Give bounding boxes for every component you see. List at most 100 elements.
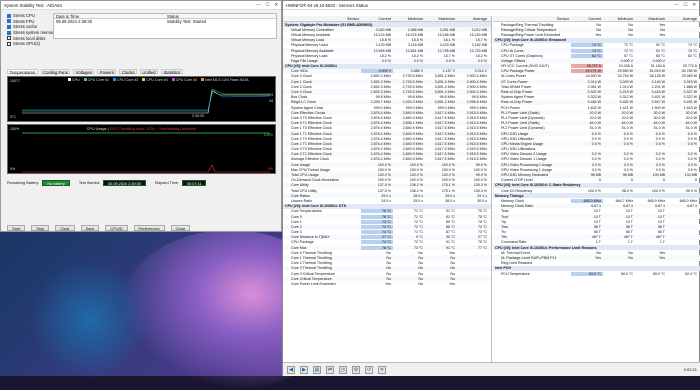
- sensor-group[interactable]: Intel PCH: [493, 265, 700, 271]
- sensor-row[interactable]: Core Usage 100.0 % 100.0 % 100.0 % 99.9 %: [283, 162, 491, 168]
- sensor-row[interactable]: GPU Video Processing 0 Usage 0.0 % 0.0 % 0.…: [493, 162, 700, 168]
- column-maximum[interactable]: Maximum: [425, 17, 457, 21]
- sensor-row[interactable]: VR VCC Current (SVID IOUT) 26.797 A 24.336…: [493, 64, 700, 69]
- checkbox-icon[interactable]: [7, 30, 11, 35]
- sensor-row[interactable]: PL2 Power Limit (Dynamic) 51.0 W 51.0 W 51.…: [493, 126, 700, 131]
- sensor-row[interactable]: GPU Media Engine Usage 0.0 % 0.0 % 0.0 % 0.0…: [493, 141, 700, 147]
- sensor-row[interactable]: Bus Clock 99.8 MHz 99.8 MHz 99.8 MHz 99.8 MH…: [283, 95, 491, 100]
- sensor-row[interactable]: CPU IA Cores 74 °C 72 °C 91 °C 75 °C: [493, 47, 700, 54]
- column-current[interactable]: Current: [571, 17, 603, 21]
- sensor-row[interactable]: CPU Package 74 °C 72 °C 92 °C 74 °C: [493, 43, 700, 48]
- sensor-row[interactable]: System Agent Power 0.323 W 0.312 W 0.401 W 0…: [493, 95, 700, 100]
- sensor-row[interactable]: Core 1 Clock 2,892.3 MHz 2,793.5 MHz 3,891.…: [283, 79, 491, 85]
- sensor-row[interactable]: On-Demand Clock Modulation 100.0 % 100.0 %…: [283, 178, 491, 183]
- sensor-row[interactable]: Core Power Limit Exceeded Yes No Yes: [283, 281, 491, 286]
- arrows-right-icon[interactable]: ▶: [300, 365, 308, 374]
- sensor-row[interactable]: Physical Memory Load 15.2 % 15.2 % 15.7 % 15…: [283, 53, 491, 58]
- minimize-icon[interactable]: —: [674, 2, 678, 8]
- sensor-row[interactable]: Core Temperatures 76 °C 71 °C 91 °C 75 °C: [283, 209, 491, 214]
- sensor-row[interactable]: PL2 Power Limit (Static) 64.0 W 64.0 W 64.0…: [493, 120, 700, 126]
- sensor-row[interactable]: System Agent Clock 399.0 MHz 399.0 MHz 399.…: [283, 105, 491, 110]
- sensor-row[interactable]: Core 2 73 °C 72 °C 88 °C 74 °C: [283, 224, 491, 230]
- cpuid-button[interactable]: CPUID: [105, 225, 128, 231]
- sensor-row[interactable]: Current cTDP Level 0 0 0 0: [493, 178, 700, 183]
- sensor-row[interactable]: Core 0 Clock 2,892.3 MHz 2,793.5 MHz 3,891.…: [283, 74, 491, 79]
- stress-option[interactable]: Stress GPU(s): [3, 41, 56, 47]
- sensors-icon[interactable]: ▤: [313, 365, 321, 374]
- close-button[interactable]: Close: [170, 225, 191, 231]
- column-current[interactable]: Current: [361, 17, 393, 21]
- tab-unified[interactable]: Unified: [139, 69, 158, 75]
- sensor-row[interactable]: Core 0 76 °C 71 °C 91 °C 75 °C: [283, 213, 491, 220]
- close-icon[interactable]: ✕: [274, 2, 278, 8]
- sensor-row[interactable]: Core VIDs 0.909 V 0.886 V 1.157 V 0.914 V: [283, 68, 491, 74]
- sensor-row[interactable]: Core Effective Clocks 2,876.4 MHz 2,840.9 …: [283, 110, 491, 116]
- settings-icon[interactable]: ⚙: [352, 365, 360, 374]
- minimize-icon[interactable]: —: [256, 2, 260, 8]
- checkbox-icon[interactable]: [7, 19, 11, 24]
- sensor-row[interactable]: Core 1 T0 Effective Clock 2,876.4 MHz 2,84…: [283, 126, 491, 131]
- sensor-row[interactable]: Core 2 T0 Effective Clock 2,876.4 MHz 2,84…: [283, 136, 491, 141]
- sensor-row[interactable]: CPU Package Power 29.771 W 29.550 W 51.019 …: [493, 68, 700, 74]
- sensor-row[interactable]: Core 0 T0 Effective Clock 2,876.4 MHz 2,84…: [283, 115, 491, 120]
- sensor-row[interactable]: Average Effective Clock 2,876.4 MHz 2,840.…: [283, 157, 491, 162]
- tab-voltages[interactable]: Voltages: [73, 69, 95, 75]
- checkbox-icon[interactable]: [7, 36, 11, 41]
- tab-cooling-fans[interactable]: Cooling Fans: [40, 69, 71, 75]
- maximize-icon[interactable]: ☐: [266, 2, 270, 8]
- column-average[interactable]: Average: [667, 17, 699, 21]
- sensor-row[interactable]: PL1 Power Limit (Dynamic) 20.0 W 20.0 W 30.…: [493, 115, 700, 120]
- sensor-row[interactable]: Total CPU Usage 100.0 % 100.0 % 100.0 % 99.9…: [283, 172, 491, 178]
- network-icon[interactable]: ⇄: [326, 365, 334, 374]
- sensor-row[interactable]: PCH Temperature 63.0 °C 58.0 °C 65.0 °C 62.4…: [493, 271, 700, 276]
- sensor-row[interactable]: Core 1 T1 Effective Clock 2,876.4 MHz 2,84…: [283, 130, 491, 137]
- tab-clocks[interactable]: Clocks: [119, 69, 137, 75]
- sensor-row[interactable]: Core Ratios 29.0 x 28.0 x 39.0 x 29.1 x: [283, 193, 491, 199]
- start-button[interactable]: Start: [7, 225, 26, 231]
- sensor-row[interactable]: PL1 Power Limit (Static) 20.0 W 20.0 W 30.0…: [493, 110, 700, 116]
- sensor-row[interactable]: Core Utility 137.5 % 136.2 % 175.1 % 139.3 %: [283, 182, 491, 188]
- sensor-row[interactable]: Core Max 76 °C 73 °C 91 °C 77 °C: [283, 245, 491, 251]
- tab-powers[interactable]: Powers: [97, 69, 117, 75]
- sensor-row[interactable]: Memory Clock 665.0 MHz 664.7 MHz 665.9 MHz 6…: [493, 198, 700, 203]
- close-icon[interactable]: ✕: [692, 2, 696, 8]
- column-average[interactable]: Average: [457, 17, 489, 21]
- sensor-row[interactable]: Total CPU Utility 137.5 % 136.2 % 175.1 % 13…: [283, 188, 491, 193]
- reset-icon[interactable]: ↺: [365, 365, 373, 374]
- sensor-row[interactable]: GPU D3D Memory Dedicated 98 MB 98 MB 100 MB…: [493, 172, 700, 178]
- checkbox-icon[interactable]: [7, 13, 11, 18]
- sensor-pane-left[interactable]: Sensor Current Minimum Maximum Average Syste…: [283, 16, 492, 362]
- sensor-row[interactable]: Core 1 73 °C 72 °C 89 °C 75 °C: [283, 219, 491, 224]
- sensor-row[interactable]: Core 3 T0 Effective Clock 2,876.4 MHz 2,84…: [283, 147, 491, 152]
- sensor-group[interactable]: Memory Timings: [493, 193, 700, 199]
- sensor-row[interactable]: Core 0 T1 Effective Clock 2,876.4 MHz 2,83…: [283, 120, 491, 126]
- sensor-row[interactable]: PCH Power 1,632 W 1.421 W 1.500 W 1.643 W: [493, 105, 700, 110]
- sensor-row[interactable]: CPU GT Cores (Graphics) 62 °C 57 °C 65 °C 62…: [493, 53, 700, 58]
- sensor-row[interactable]: Core Distance to TjMAX 27 °C 9 °C 30 °C 27 °…: [283, 234, 491, 240]
- sensor-row[interactable]: Memory Clock Ratio 6.67 x 6.67 x 6.67 x 6.67…: [493, 203, 700, 209]
- sensor-row[interactable]: Virtual Memory Committed 3,040 MB 2,988 MB…: [283, 27, 491, 33]
- tab-temperatures[interactable]: Temperatures: [7, 69, 38, 75]
- column-minimum[interactable]: Minimum: [603, 17, 635, 21]
- stress-option[interactable]: Stress system memory: [3, 30, 56, 36]
- close-icon[interactable]: ✕: [378, 365, 386, 374]
- sensor-group[interactable]: CPU [#0]: Intel Core i5-1035G4: Performa…: [493, 245, 700, 251]
- sensor-row[interactable]: Physical Memory Used 3,130 MB 3,118 MB 3,43…: [283, 43, 491, 48]
- sensor-group[interactable]: CPU [#0]: Intel Core i5-1035G4: [283, 63, 491, 69]
- stop-button[interactable]: Stop: [31, 225, 50, 231]
- column-maximum[interactable]: Maximum: [635, 17, 667, 21]
- clear-button[interactable]: Clear: [55, 225, 75, 231]
- sensor-row[interactable]: Virtual Memory Available 16,124 MB 16,076 …: [283, 32, 491, 37]
- sensor-group[interactable]: CPU [#0]: Intel Core i5-1035G4: C-State …: [493, 182, 700, 188]
- sensor-row[interactable]: GPU Video Processing 1 Usage 0.0 % 0.0 % 0.…: [493, 167, 700, 172]
- sensor-row[interactable]: Page File Usage 0.0 % 0.0 % 0.0 % 0.0 %: [283, 58, 491, 64]
- sensor-row[interactable]: Core 2 T1 Effective Clock 2,876.4 MHz 2,84…: [283, 141, 491, 147]
- sensor-row[interactable]: GPU Video Decode 1 Usage 0.0 % 0.0 % 0.0 % 0…: [493, 157, 700, 162]
- sensor-row[interactable]: Rest-of-Chip Power 0.484 W 0.452 W 0.547 W 0…: [493, 99, 700, 105]
- sensor-row[interactable]: GPU Video Decode 0 Usage 0.0 % 0.0 % 0.0 % 0…: [493, 151, 700, 157]
- sensor-row[interactable]: Core 2 Clock 2,892.3 MHz 2,793.5 MHz 3,891.…: [283, 84, 491, 89]
- sensor-row[interactable]: IA Cores Power 24.900 W 24.754 W 46.128 W 25…: [493, 74, 700, 79]
- clock-icon[interactable]: ◷: [339, 365, 347, 374]
- sensor-row[interactable]: Core 3 74 °C 71 °C 87 °C 73 °C: [283, 230, 491, 235]
- sensor-row[interactable]: Rest-of-Chip Power 0.332 W 0.219 W 0.424 W 0…: [493, 89, 700, 95]
